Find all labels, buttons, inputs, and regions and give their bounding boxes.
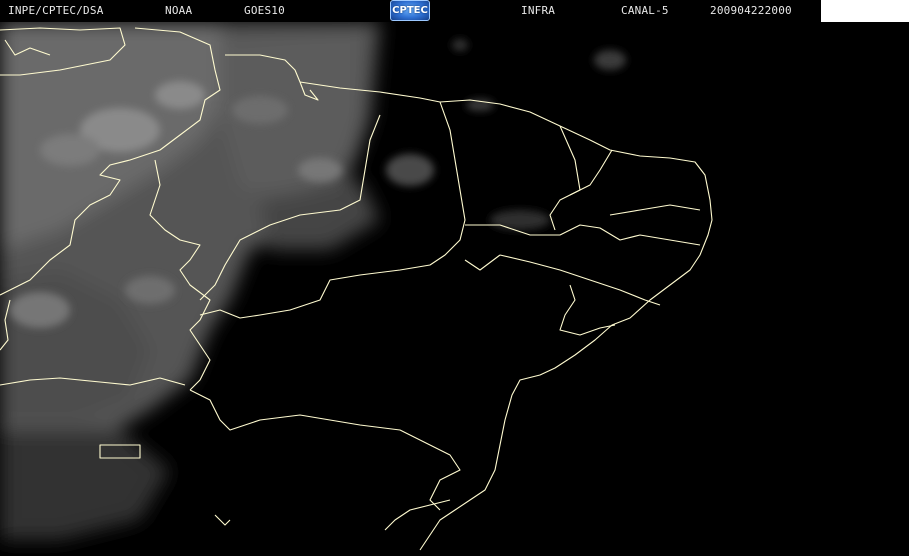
channel-label: CANAL-5 xyxy=(621,4,669,17)
header-blank-box xyxy=(821,0,909,22)
satellite-image-viewer: INPE/CPTEC/DSA NOAA GOES10 CPTEC INFRA C… xyxy=(0,0,909,556)
cloud-cover-layer xyxy=(0,22,626,540)
cptec-logo: CPTEC xyxy=(390,0,430,21)
satellite-map xyxy=(0,22,713,551)
satellite-label: GOES10 xyxy=(244,4,285,17)
product-label: INFRA xyxy=(521,4,556,17)
header-bar: INPE/CPTEC/DSA NOAA GOES10 CPTEC INFRA C… xyxy=(0,0,909,22)
cptec-logo-text: CPTEC xyxy=(392,5,428,16)
coastline xyxy=(299,81,713,551)
institution-label: INPE/CPTEC/DSA xyxy=(8,4,104,17)
agency-label: NOAA xyxy=(165,4,193,17)
timestamp-label: 200904222000 xyxy=(710,4,792,17)
